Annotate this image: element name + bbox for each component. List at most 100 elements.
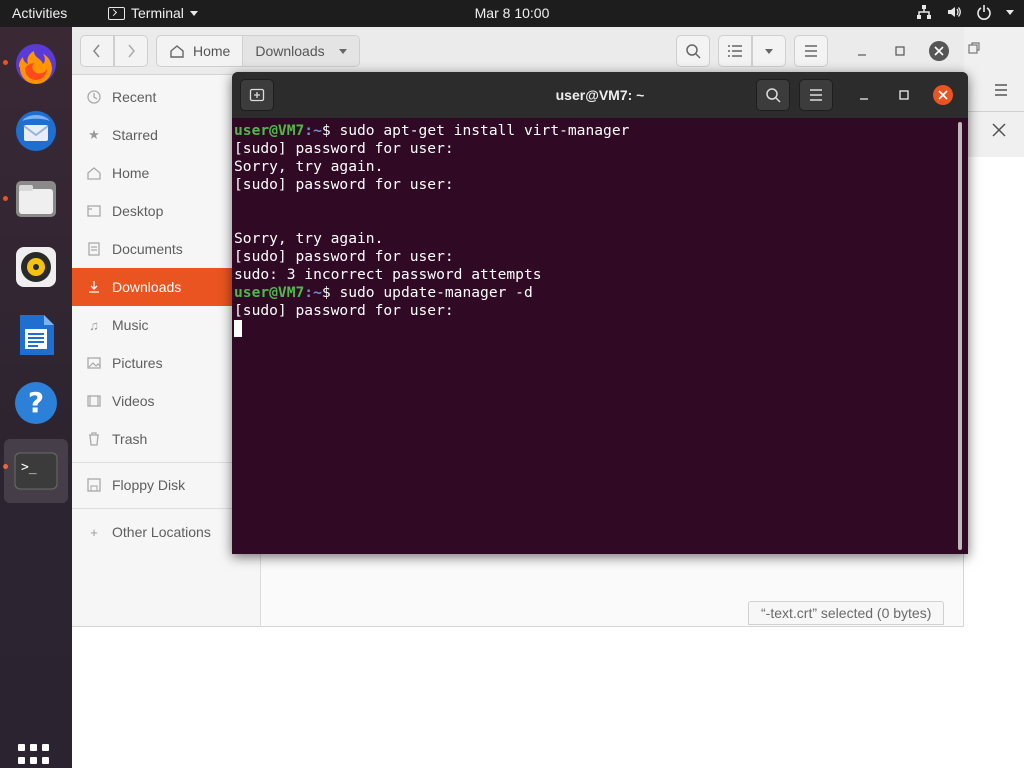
output-text: [sudo] password for user:	[234, 176, 454, 193]
svg-text:>_: >_	[21, 460, 37, 475]
output-text: [sudo] password for user:	[234, 302, 454, 319]
status-floating-bar: “-text.crt” selected (0 bytes)	[748, 601, 945, 625]
terminal-output-line: [sudo] password for user:	[234, 140, 954, 158]
rhythmbox-icon[interactable]	[8, 239, 64, 295]
picture-icon	[86, 355, 102, 371]
output-text: [sudo] password for user:	[234, 140, 454, 157]
chevron-down-icon	[1006, 9, 1014, 15]
sidebar-label: Desktop	[112, 203, 164, 219]
terminal-output-line: Sorry, try again.	[234, 230, 954, 248]
close-icon[interactable]	[929, 41, 949, 61]
maximize-icon[interactable]	[894, 85, 914, 105]
desktop-icon	[86, 203, 102, 219]
output-text: sudo: 3 incorrect password attempts	[234, 266, 542, 283]
new-tab-button[interactable]	[240, 79, 274, 111]
path-bar: Home Downloads	[156, 35, 360, 67]
sidebar-label: Downloads	[112, 279, 182, 295]
back-button[interactable]	[80, 35, 114, 67]
new-tab-icon	[249, 88, 265, 102]
prompt-sign: $	[321, 284, 340, 301]
search-icon	[766, 88, 781, 103]
power-icon	[976, 4, 992, 20]
restore-icon[interactable]	[967, 41, 981, 58]
search-icon	[686, 44, 701, 59]
svg-text:?: ?	[28, 386, 44, 419]
command-text: sudo apt-get install virt-manager	[339, 122, 630, 139]
output-text: [sudo] password for user:	[234, 248, 454, 265]
sidebar-label: Other Locations	[112, 524, 211, 540]
libreoffice-writer-icon[interactable]	[8, 307, 64, 363]
download-icon	[86, 279, 102, 295]
view-options-button[interactable]	[752, 35, 786, 67]
home-icon	[86, 165, 102, 181]
terminal-icon[interactable]: >_	[4, 439, 68, 503]
terminal-output[interactable]: user@VM7:~$ sudo apt-get install virt-ma…	[234, 122, 954, 552]
sidebar-label: Videos	[112, 393, 155, 409]
menu-button[interactable]	[794, 35, 828, 67]
floppy-icon	[86, 477, 102, 493]
prompt-path: :~	[304, 122, 322, 139]
document-icon	[86, 241, 102, 257]
files-icon[interactable]	[8, 171, 64, 227]
thunderbird-icon[interactable]	[8, 103, 64, 159]
hamburger-icon[interactable]	[994, 83, 1008, 99]
chevron-right-icon	[128, 44, 135, 58]
search-button[interactable]	[676, 35, 710, 67]
sidebar-label: Pictures	[112, 355, 163, 371]
output-text: Sorry, try again.	[234, 158, 384, 175]
activities-button[interactable]: Activities	[12, 5, 67, 21]
status-text: “-text.crt” selected (0 bytes)	[761, 605, 932, 621]
video-icon	[86, 393, 102, 409]
chevron-left-icon	[93, 44, 100, 58]
files-headerbar: Home Downloads	[72, 27, 964, 75]
sidebar-label: Music	[112, 317, 149, 333]
minimize-icon[interactable]	[852, 41, 872, 64]
path-home[interactable]: Home	[157, 36, 244, 66]
prompt-path: :~	[304, 284, 322, 301]
terminal-output-line: [sudo] password for user:	[234, 248, 954, 266]
prompt-user: user@VM7	[234, 284, 305, 301]
top-bar: Activities Terminal Mar 8 10:00	[0, 0, 1024, 27]
terminal-small-icon	[108, 6, 125, 20]
home-icon	[170, 45, 184, 58]
terminal-window: user@VM7: ~ user@VM7:~$ sudo apt-get ins…	[232, 72, 968, 554]
clock[interactable]: Mar 8 10:00	[475, 5, 550, 21]
terminal-scrollbar[interactable]	[958, 122, 962, 550]
list-icon	[728, 45, 742, 57]
sidebar-label: Floppy Disk	[112, 477, 186, 493]
system-tray[interactable]	[916, 4, 1014, 20]
chevron-down-icon	[189, 10, 198, 16]
terminal-headerbar: user@VM7: ~	[232, 72, 968, 118]
sidebar-label: Documents	[112, 241, 183, 257]
search-button[interactable]	[756, 79, 790, 111]
path-current[interactable]: Downloads	[243, 36, 359, 66]
forward-button[interactable]	[114, 35, 148, 67]
hamburger-icon	[805, 45, 817, 57]
terminal-output-line: Sorry, try again.	[234, 158, 954, 176]
plus-icon: +	[90, 524, 98, 540]
path-home-label: Home	[193, 43, 231, 59]
star-icon: ★	[88, 127, 100, 142]
maximize-icon[interactable]	[890, 41, 910, 64]
firefox-icon[interactable]	[8, 35, 64, 91]
terminal-command-line: user@VM7:~$ sudo update-manager -d	[234, 284, 954, 302]
prompt-user: user@VM7	[234, 122, 305, 139]
trash-icon	[86, 431, 102, 447]
sidebar-label: Home	[112, 165, 150, 181]
show-applications-button[interactable]	[18, 744, 54, 768]
sidebar-label: Trash	[112, 431, 148, 447]
terminal-command-line: user@VM7:~$ sudo apt-get install virt-ma…	[234, 122, 954, 140]
app-menu[interactable]: Terminal	[108, 5, 198, 21]
menu-button[interactable]	[799, 79, 833, 111]
view-list-button[interactable]	[718, 35, 752, 67]
background-window	[964, 27, 1024, 157]
close-icon[interactable]	[933, 85, 953, 105]
sidebar-label: Recent	[112, 89, 157, 105]
network-icon	[916, 4, 932, 20]
minimize-icon[interactable]	[854, 85, 874, 105]
help-icon[interactable]: ?	[8, 375, 64, 431]
close-icon[interactable]	[992, 123, 1006, 140]
dock: ? >_	[0, 27, 72, 768]
